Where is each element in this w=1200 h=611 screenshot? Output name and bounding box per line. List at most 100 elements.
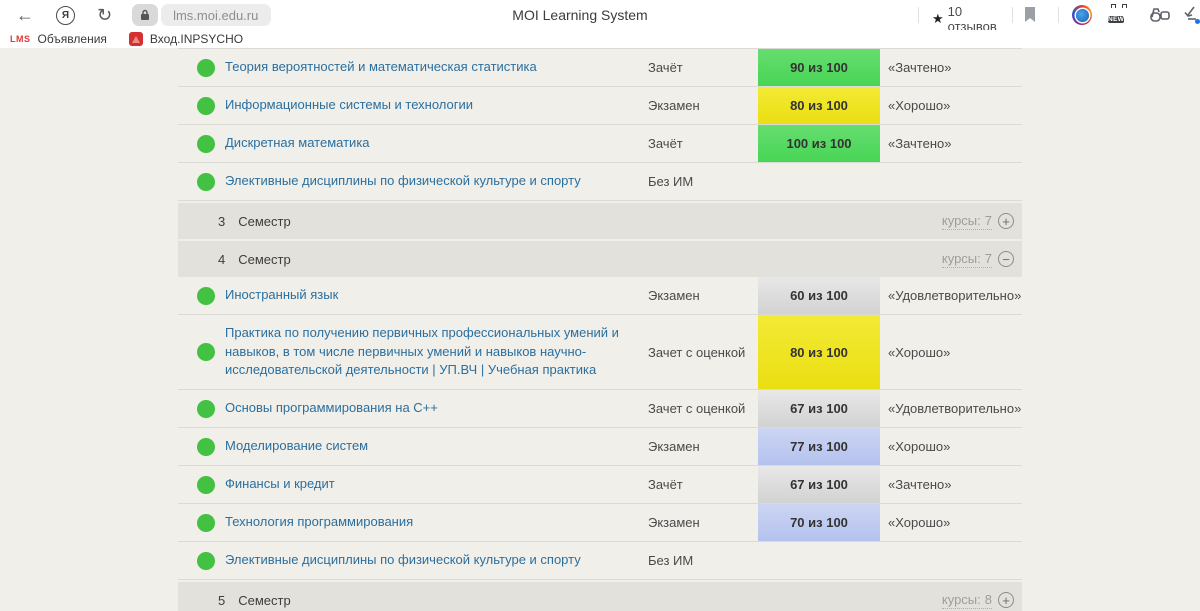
course-status-dot-icon xyxy=(197,135,215,153)
courses-count-link[interactable]: курсы:8 xyxy=(942,592,992,609)
browser-toolbar: ← Я ↻ lms.moi.edu.ru MOI Learning System… xyxy=(0,0,1200,30)
incognito-glasses-icon[interactable] xyxy=(1148,6,1174,29)
score-cell: 80 из 100 xyxy=(758,315,880,389)
toolbar-divider xyxy=(918,7,919,23)
score-cell: 80 из 100 xyxy=(758,87,880,124)
course-link[interactable]: Моделирование систем xyxy=(225,437,368,456)
courses-count-link[interactable]: курсы:7 xyxy=(942,213,992,230)
score-cell: 70 из 100 xyxy=(758,504,880,541)
course-status-dot-icon xyxy=(197,400,215,418)
control-type: Зачёт xyxy=(648,466,758,503)
semester-row: 3 Семестр курсы:7 + xyxy=(178,203,1022,239)
score-cell xyxy=(758,542,880,579)
url-text[interactable]: lms.moi.edu.ru xyxy=(161,4,271,26)
score-cell: 60 из 100 xyxy=(758,277,880,314)
toggle-icon[interactable]: + xyxy=(998,213,1014,229)
course-status-dot-icon xyxy=(197,552,215,570)
courses-count-link[interactable]: курсы:7 xyxy=(942,251,992,268)
semester-row: 5 Семестр курсы:8 + xyxy=(178,582,1022,611)
control-type: Экзамен xyxy=(648,277,758,314)
course-link[interactable]: Основы программирования на C++ xyxy=(225,399,438,418)
semester-row: 4 Семестр курсы:7 − xyxy=(178,241,1022,277)
score-cell: 77 из 100 xyxy=(758,428,880,465)
course-status-dot-icon xyxy=(197,476,215,494)
bookmark-announcements[interactable]: LMS Объявления xyxy=(10,32,107,46)
toolbar-divider xyxy=(1058,7,1059,23)
lms-favicon: LMS xyxy=(10,34,31,44)
score-cell: 90 из 100 xyxy=(758,49,880,86)
score-cell: 67 из 100 xyxy=(758,466,880,503)
course-status-dot-icon xyxy=(197,173,215,191)
page-content: Теория вероятностей и математическая ста… xyxy=(0,48,1200,611)
course-row: Теория вероятностей и математическая ста… xyxy=(178,49,1022,87)
refresh-icon[interactable]: ↻ xyxy=(97,6,112,24)
course-link[interactable]: Элективные дисциплины по физической куль… xyxy=(225,551,581,570)
score-cell xyxy=(758,163,880,200)
download-icon[interactable] xyxy=(1184,6,1200,24)
lock-icon[interactable] xyxy=(132,4,158,26)
control-type: Зачёт xyxy=(648,49,758,86)
address-bar[interactable]: lms.moi.edu.ru xyxy=(132,4,271,26)
bookmark-flag-icon[interactable] xyxy=(1024,7,1036,28)
control-type: Экзамен xyxy=(648,87,758,124)
control-type: Без ИМ xyxy=(648,163,758,200)
course-row: Информационные системы и технологии Экза… xyxy=(178,87,1022,125)
grade-text: «Зачтено» xyxy=(880,49,1022,86)
course-status-dot-icon xyxy=(197,343,215,361)
back-icon[interactable]: ← xyxy=(16,6,34,24)
course-row: Практика по получению первичных професси… xyxy=(178,315,1022,390)
control-type: Экзамен xyxy=(648,428,758,465)
grade-text: «Зачтено» xyxy=(880,466,1022,503)
grade-text: «Хорошо» xyxy=(880,315,1022,389)
score-cell: 100 из 100 xyxy=(758,125,880,162)
crest-favicon xyxy=(129,32,143,46)
course-row: Элективные дисциплины по физической куль… xyxy=(178,542,1022,580)
bookmark-label: Вход.INPSYCHO xyxy=(150,32,243,46)
course-link[interactable]: Технология программирования xyxy=(225,513,413,532)
course-link[interactable]: Элективные дисциплины по физической куль… xyxy=(225,172,581,191)
course-row: Технология программирования Экзамен 70 и… xyxy=(178,504,1022,542)
control-type: Экзамен xyxy=(648,504,758,541)
control-type: Зачёт xyxy=(648,125,758,162)
course-row: Финансы и кредит Зачёт 67 из 100 «Зачтен… xyxy=(178,466,1022,504)
course-row: Элективные дисциплины по физической куль… xyxy=(178,163,1022,201)
page-title: MOI Learning System xyxy=(430,0,730,30)
control-type: Без ИМ xyxy=(648,542,758,579)
semester-label: Семестр xyxy=(238,214,290,229)
toggle-icon[interactable]: − xyxy=(998,251,1014,267)
course-link[interactable]: Дискретная математика xyxy=(225,134,370,153)
course-link[interactable]: Финансы и кредит xyxy=(225,475,335,494)
extension-lens-icon[interactable] xyxy=(1072,5,1092,25)
course-status-dot-icon xyxy=(197,287,215,305)
course-row: Основы программирования на C++ Зачет с о… xyxy=(178,390,1022,428)
toggle-icon[interactable]: + xyxy=(998,592,1014,608)
control-type: Зачет с оценкой xyxy=(648,390,758,427)
yandex-browser-icon[interactable]: Я xyxy=(56,6,75,25)
star-icon: ★ xyxy=(932,11,944,27)
semester-number: 5 xyxy=(218,593,225,608)
course-status-dot-icon xyxy=(197,438,215,456)
course-link[interactable]: Информационные системы и технологии xyxy=(225,96,473,115)
grade-text: «Хорошо» xyxy=(880,504,1022,541)
grade-text: «Удовлетворительно» xyxy=(880,390,1022,427)
grade-text: «Удовлетворительно» xyxy=(880,277,1022,314)
semester-number: 3 xyxy=(218,214,225,229)
course-status-dot-icon xyxy=(197,514,215,532)
grade-text: «Хорошо» xyxy=(880,428,1022,465)
grade-text: «Хорошо» xyxy=(880,87,1022,124)
score-cell: 67 из 100 xyxy=(758,390,880,427)
course-status-dot-icon xyxy=(197,59,215,77)
grades-table: Теория вероятностей и математическая ста… xyxy=(178,48,1022,611)
course-link[interactable]: Иностранный язык xyxy=(225,286,338,305)
bookmark-inpsycho[interactable]: Вход.INPSYCHO xyxy=(129,32,243,46)
bookmarks-bar: LMS Объявления Вход.INPSYCHO xyxy=(0,30,1200,48)
course-status-dot-icon xyxy=(197,97,215,115)
download-badge-dot xyxy=(1195,19,1200,24)
extension-new-icon[interactable]: NEW xyxy=(1108,4,1130,26)
grade-text xyxy=(880,163,1022,200)
course-row: Иностранный язык Экзамен 60 из 100 «Удов… xyxy=(178,277,1022,315)
course-link[interactable]: Теория вероятностей и математическая ста… xyxy=(225,58,537,77)
semester-number: 4 xyxy=(218,252,225,267)
course-row: Дискретная математика Зачёт 100 из 100 «… xyxy=(178,125,1022,163)
course-link[interactable]: Практика по получению первичных професси… xyxy=(225,324,634,381)
